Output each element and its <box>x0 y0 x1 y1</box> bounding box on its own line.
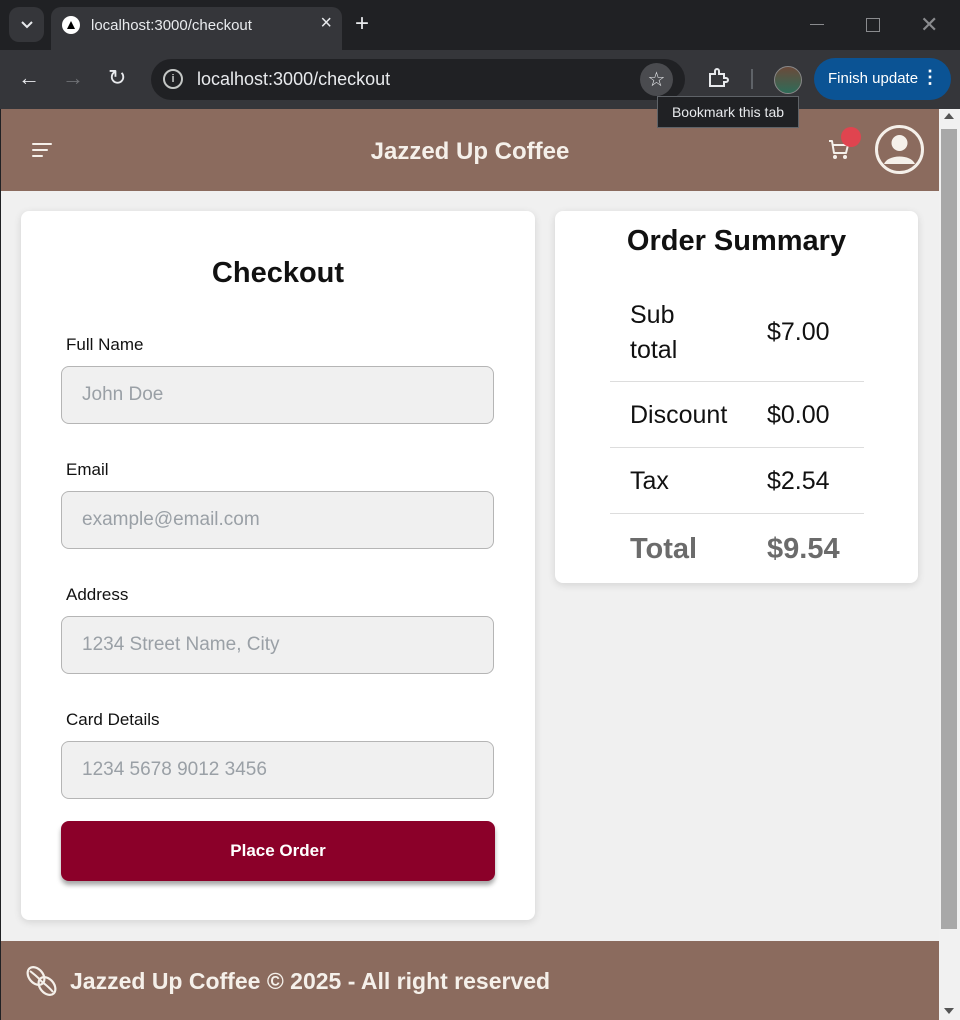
minimize-window-icon[interactable] <box>810 24 824 25</box>
close-tab-icon[interactable]: × <box>320 12 332 35</box>
extensions-puzzle-icon[interactable] <box>707 67 729 89</box>
finish-update-label: Finish update <box>828 70 919 87</box>
app-footer: Jazzed Up Coffee © 2025 - All right rese… <box>1 941 939 1020</box>
subtotal-label: Sub total <box>630 301 678 364</box>
footer-copyright: Jazzed Up Coffee © 2025 - All right rese… <box>70 968 551 994</box>
finish-update-button[interactable]: Finish update ⋮ <box>814 58 951 100</box>
browser-tab[interactable]: localhost:3000/checkout × <box>51 7 342 50</box>
cart-badge <box>841 127 861 147</box>
tab-search-button[interactable] <box>9 7 44 42</box>
checkout-title: Checkout <box>211 257 345 289</box>
scroll-up-arrow-icon[interactable] <box>944 113 954 119</box>
page-viewport: Jazzed Up Coffee Checkout Full Name Emai… <box>1 109 939 1020</box>
maximize-window-icon[interactable] <box>866 18 880 32</box>
more-menu-icon[interactable]: ⋮ <box>921 68 939 86</box>
chevron-down-icon <box>20 20 33 28</box>
address-label: Address <box>66 585 129 604</box>
tab-title: localhost:3000/checkout <box>91 17 252 34</box>
app-title: Jazzed Up Coffee <box>370 138 570 165</box>
bookmark-tooltip: Bookmark this tab <box>657 96 799 128</box>
card-details-input[interactable] <box>61 741 494 799</box>
order-summary-title: Order Summary <box>626 225 847 257</box>
user-account-icon[interactable] <box>874 124 925 175</box>
card-details-label: Card Details <box>66 710 160 729</box>
summary-row-total: Total $9.54 <box>610 514 864 579</box>
forward-arrow-icon[interactable]: → <box>62 64 84 92</box>
scroll-down-arrow-icon[interactable] <box>944 1008 954 1014</box>
toolbar-separator <box>751 69 753 89</box>
full-name-label: Full Name <box>66 335 144 354</box>
order-summary-card: Order Summary Sub total $7.00 Discount $… <box>555 211 918 583</box>
total-label: Total <box>630 533 698 565</box>
tax-label: Tax <box>630 467 669 495</box>
nextjs-favicon-icon <box>62 16 80 34</box>
place-order-button[interactable]: Place Order <box>61 821 495 881</box>
address-input[interactable] <box>61 616 494 674</box>
browser-toolbar: ← → ↻ i localhost:3000/checkout ☆ Finish… <box>0 50 960 109</box>
new-tab-button[interactable]: + <box>355 10 369 38</box>
tax-value: $2.54 <box>767 467 830 495</box>
email-label: Email <box>66 460 109 479</box>
close-window-icon[interactable]: ✕ <box>920 12 938 38</box>
discount-label: Discount <box>630 401 728 429</box>
summary-row-discount: Discount $0.00 <box>610 382 864 447</box>
page-scrollbar[interactable] <box>939 109 960 1020</box>
discount-value: $0.00 <box>767 401 830 429</box>
summary-row-tax: Tax $2.54 <box>610 448 864 513</box>
bookmark-star-icon[interactable]: ☆ <box>640 63 673 96</box>
summary-row-subtotal: Sub total $7.00 <box>610 297 864 381</box>
back-arrow-icon[interactable]: ← <box>18 64 40 92</box>
total-value: $9.54 <box>767 533 840 565</box>
site-info-icon[interactable]: i <box>163 69 183 89</box>
browser-tabstrip: localhost:3000/checkout × + ✕ <box>0 0 960 50</box>
email-input[interactable] <box>61 491 494 549</box>
profile-avatar[interactable] <box>774 66 802 94</box>
address-bar[interactable]: i localhost:3000/checkout ☆ <box>151 59 685 100</box>
subtotal-value: $7.00 <box>767 318 830 346</box>
full-name-input[interactable] <box>61 366 494 424</box>
scrollbar-thumb[interactable] <box>941 129 957 929</box>
coffee-bean-icon <box>26 966 57 996</box>
checkout-card: Checkout Full Name Email Address Card De… <box>21 211 535 920</box>
url-text[interactable]: localhost:3000/checkout <box>197 69 390 90</box>
reload-icon[interactable]: ↻ <box>108 64 126 92</box>
